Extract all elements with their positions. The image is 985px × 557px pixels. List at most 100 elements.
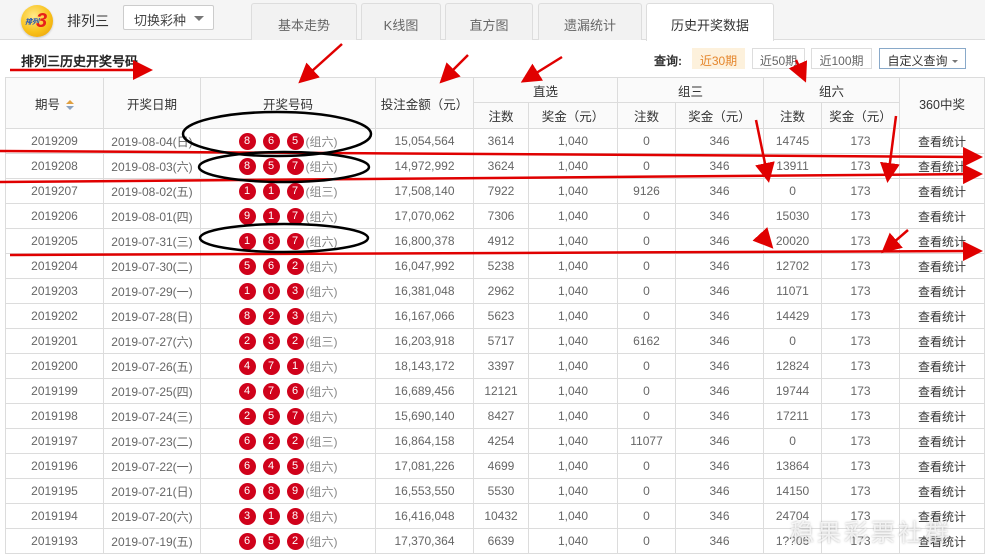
cell-numbers: 8 2 3 (组六) bbox=[200, 303, 376, 329]
cell-bet-amount: 16,800,378 bbox=[375, 228, 474, 254]
ball-type: (组六) bbox=[305, 409, 338, 424]
header-issue[interactable]: 期号 bbox=[5, 77, 104, 129]
cell-group3-prize: 346 bbox=[675, 153, 765, 179]
view-stats-link[interactable]: 查看统计 bbox=[899, 128, 985, 154]
cell-direct-prize: 1,040 bbox=[527, 128, 619, 154]
header-group3-prize: 奖金（元） bbox=[675, 102, 765, 129]
view-stats-link[interactable]: 查看统计 bbox=[899, 203, 985, 229]
cell-direct-count: 3624 bbox=[473, 153, 529, 179]
cell-group3-prize: 346 bbox=[675, 228, 765, 254]
number-ball: 7 bbox=[286, 232, 304, 250]
query-50-button[interactable]: 近50期 bbox=[752, 48, 805, 69]
view-stats-link[interactable]: 查看统计 bbox=[899, 378, 985, 404]
cell-numbers: 4 7 1 (组六) bbox=[200, 353, 376, 379]
cell-date: 2019-07-31(三) bbox=[103, 228, 201, 254]
cell-direct-count: 4699 bbox=[473, 453, 529, 479]
cell-group3-count: 0 bbox=[617, 278, 677, 304]
cell-group6-count: 0 bbox=[763, 178, 823, 204]
view-stats-link[interactable]: 查看统计 bbox=[899, 403, 985, 429]
cell-direct-count: 4912 bbox=[473, 228, 529, 254]
switch-lottery-label: 切换彩种 bbox=[134, 13, 187, 28]
cell-group6-count: 20020 bbox=[763, 228, 823, 254]
cell-issue: 2019196 bbox=[5, 453, 104, 479]
cell-issue: 2019205 bbox=[5, 228, 104, 254]
cell-direct-count: 7306 bbox=[473, 203, 529, 229]
table-row: 2019198 2019-07-24(三) 2 5 7 (组六) 15,690,140 842… bbox=[5, 403, 985, 429]
header-group6: 组六 bbox=[763, 77, 901, 103]
number-ball: 9 bbox=[238, 207, 256, 225]
table-row: 2019205 2019-07-31(三) 1 8 7 (组六) 16,800,378 491… bbox=[5, 228, 985, 254]
cell-direct-count: 8427 bbox=[473, 403, 529, 429]
cell-group6-prize: 173 bbox=[821, 428, 901, 454]
query-30-button[interactable]: 近30期 bbox=[692, 48, 745, 69]
table-row: 2019204 2019-07-30(二) 5 6 2 (组六) 16,047,992 523… bbox=[5, 253, 985, 279]
cell-group6-count: 0 bbox=[763, 328, 823, 354]
cell-group3-prize: 346 bbox=[675, 303, 765, 329]
view-stats-link[interactable]: 查看统计 bbox=[899, 353, 985, 379]
cell-numbers: 5 6 2 (组六) bbox=[200, 253, 376, 279]
cell-direct-prize: 1,040 bbox=[527, 353, 619, 379]
cell-group3-prize: 346 bbox=[675, 353, 765, 379]
header-direct: 直选 bbox=[472, 77, 619, 103]
cell-issue: 2019209 bbox=[5, 128, 104, 154]
number-ball: 7 bbox=[262, 357, 280, 375]
custom-query-dropdown[interactable]: 自定义查询 bbox=[879, 48, 966, 69]
cell-group6-count: 12702 bbox=[763, 253, 823, 279]
tab-history-data[interactable]: 历史开奖数据 bbox=[646, 3, 774, 41]
cell-direct-count: 6639 bbox=[473, 528, 529, 554]
cell-direct-prize: 1,040 bbox=[527, 478, 619, 504]
cell-group6-count: 14745 bbox=[763, 128, 823, 154]
number-ball: 7 bbox=[286, 157, 304, 175]
table-row: 2019199 2019-07-25(四) 4 7 6 (组六) 16,689,456 121… bbox=[5, 378, 985, 404]
cell-group6-prize: 173 bbox=[821, 153, 901, 179]
number-ball: 0 bbox=[262, 282, 280, 300]
view-stats-link[interactable]: 查看统计 bbox=[899, 253, 985, 279]
cell-direct-count: 10432 bbox=[473, 503, 529, 529]
cell-issue: 2019208 bbox=[5, 153, 104, 179]
ball-type: (组六) bbox=[305, 234, 338, 249]
tab-missing-stats[interactable]: 遗漏统计 bbox=[538, 3, 642, 40]
sort-icon[interactable] bbox=[66, 100, 74, 111]
view-stats-link[interactable]: 查看统计 bbox=[899, 478, 985, 504]
table-row: 2019202 2019-07-28(日) 8 2 3 (组六) 16,167,066 562… bbox=[5, 303, 985, 329]
cell-group6-prize: 173 bbox=[821, 328, 901, 354]
cell-group3-count: 0 bbox=[617, 478, 677, 504]
number-ball: 1 bbox=[286, 357, 304, 375]
cell-group3-count: 0 bbox=[617, 378, 677, 404]
cell-issue: 2019193 bbox=[5, 528, 104, 554]
cell-numbers: 6 5 2 (组六) bbox=[200, 528, 376, 554]
cell-numbers: 6 4 5 (组六) bbox=[200, 453, 376, 479]
view-stats-link[interactable]: 查看统计 bbox=[899, 328, 985, 354]
view-stats-link[interactable]: 查看统计 bbox=[899, 228, 985, 254]
cell-group3-count: 0 bbox=[617, 203, 677, 229]
tab-histogram[interactable]: 直方图 bbox=[445, 3, 533, 40]
tab-basic-trend[interactable]: 基本走势 bbox=[251, 3, 357, 40]
tab-k-line[interactable]: K线图 bbox=[361, 3, 441, 40]
cell-direct-prize: 1,040 bbox=[527, 528, 619, 554]
cell-direct-count: 5238 bbox=[473, 253, 529, 279]
cell-date: 2019-07-24(三) bbox=[103, 403, 201, 429]
cell-issue: 2019194 bbox=[5, 503, 104, 529]
switch-lottery-dropdown[interactable]: 切换彩种 bbox=[123, 5, 214, 30]
sub-bar: 排列三历史开奖号码 查询: 近30期 近50期 近100期 自定义查询 bbox=[0, 40, 985, 77]
view-stats-link[interactable]: 查看统计 bbox=[899, 178, 985, 204]
view-stats-link[interactable]: 查看统计 bbox=[899, 428, 985, 454]
cell-direct-prize: 1,040 bbox=[527, 278, 619, 304]
cell-date: 2019-07-29(一) bbox=[103, 278, 201, 304]
view-stats-link[interactable]: 查看统计 bbox=[899, 153, 985, 179]
query-100-button[interactable]: 近100期 bbox=[811, 48, 872, 69]
cell-group6-count: 14150 bbox=[763, 478, 823, 504]
cell-group3-count: 9126 bbox=[617, 178, 677, 204]
cell-direct-count: 5623 bbox=[473, 303, 529, 329]
number-ball: 8 bbox=[238, 132, 256, 150]
header-group6-count: 注数 bbox=[763, 102, 823, 129]
view-stats-link[interactable]: 查看统计 bbox=[899, 303, 985, 329]
table-row: 2019200 2019-07-26(五) 4 7 1 (组六) 18,143,172 339… bbox=[5, 353, 985, 379]
cell-group6-prize: 173 bbox=[821, 453, 901, 479]
number-ball: 8 bbox=[286, 507, 304, 525]
view-stats-link[interactable]: 查看统计 bbox=[899, 278, 985, 304]
view-stats-link[interactable]: 查看统计 bbox=[899, 453, 985, 479]
cell-issue: 2019204 bbox=[5, 253, 104, 279]
cell-date: 2019-08-02(五) bbox=[103, 178, 201, 204]
cell-numbers: 1 8 7 (组六) bbox=[200, 228, 376, 254]
